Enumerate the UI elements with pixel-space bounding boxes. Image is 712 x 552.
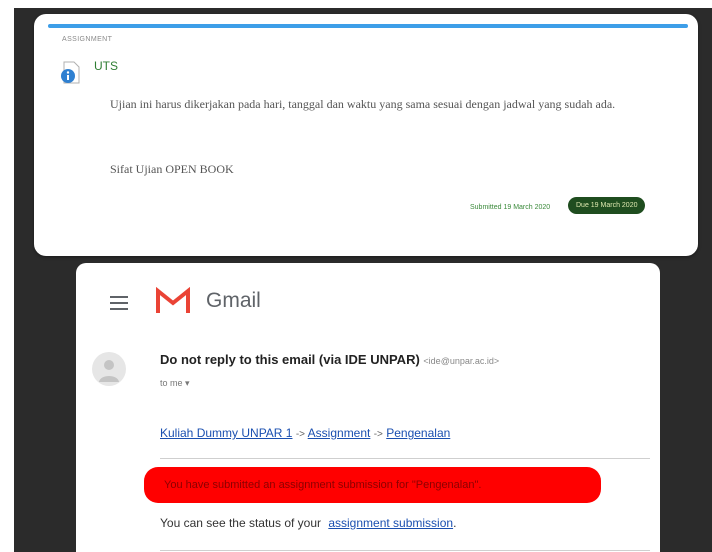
status-suffix: . (453, 516, 457, 530)
assignment-title[interactable]: UTS (94, 59, 118, 73)
status-line: You can see the status of your assignmen… (160, 516, 456, 530)
status-prefix: You can see the status of your (160, 516, 321, 530)
breadcrumb-item-link[interactable]: Pengenalan (386, 426, 450, 440)
submitted-date: Submitted 19 March 2020 (470, 204, 551, 211)
hamburger-menu-icon[interactable] (110, 296, 128, 310)
sender-line: Do not reply to this email (via IDE UNPA… (160, 352, 499, 367)
breadcrumb-section-link[interactable]: Assignment (308, 426, 371, 440)
due-date-badge: Due 19 March 2020 (568, 197, 646, 214)
assignment-info-icon (61, 61, 80, 84)
assignment-note: Sifat Ujian OPEN BOOK (110, 162, 234, 176)
sender-email: <ide@unpar.ac.id> (423, 356, 500, 366)
sender-avatar (92, 352, 126, 386)
divider (160, 458, 650, 459)
gmail-m-logo-icon[interactable] (156, 287, 190, 315)
chevron-down-icon: ▾ (185, 378, 190, 388)
recipient-toggle[interactable]: to me ▾ (160, 378, 190, 389)
gmail-app-name: Gmail (206, 289, 261, 312)
assignment-card: ASSIGNMENT UTS Ujian ini harus dikerjaka… (34, 14, 698, 256)
gmail-message-card: Gmail Do not reply to this email (via ID… (76, 263, 660, 552)
divider (160, 550, 650, 551)
assignment-description: Ujian ini harus dikerjakan pada hari, ta… (110, 97, 616, 111)
submission-alert: You have submitted an assignment submiss… (144, 467, 601, 503)
breadcrumb: Kuliah Dummy UNPAR 1 -> Assignment -> Pe… (160, 426, 450, 440)
person-icon (99, 360, 119, 382)
sender-name: Do not reply to this email (via IDE UNPA… (160, 352, 420, 367)
breadcrumb-separator: -> (373, 429, 383, 440)
assignment-submission-link[interactable]: assignment submission (328, 516, 453, 530)
breadcrumb-separator: -> (295, 429, 305, 440)
recipient-label: to me (160, 378, 183, 388)
breadcrumb-course-link[interactable]: Kuliah Dummy UNPAR 1 (160, 426, 292, 440)
assignment-type-label: ASSIGNMENT (62, 36, 113, 43)
assignment-accent-bar (48, 24, 688, 28)
